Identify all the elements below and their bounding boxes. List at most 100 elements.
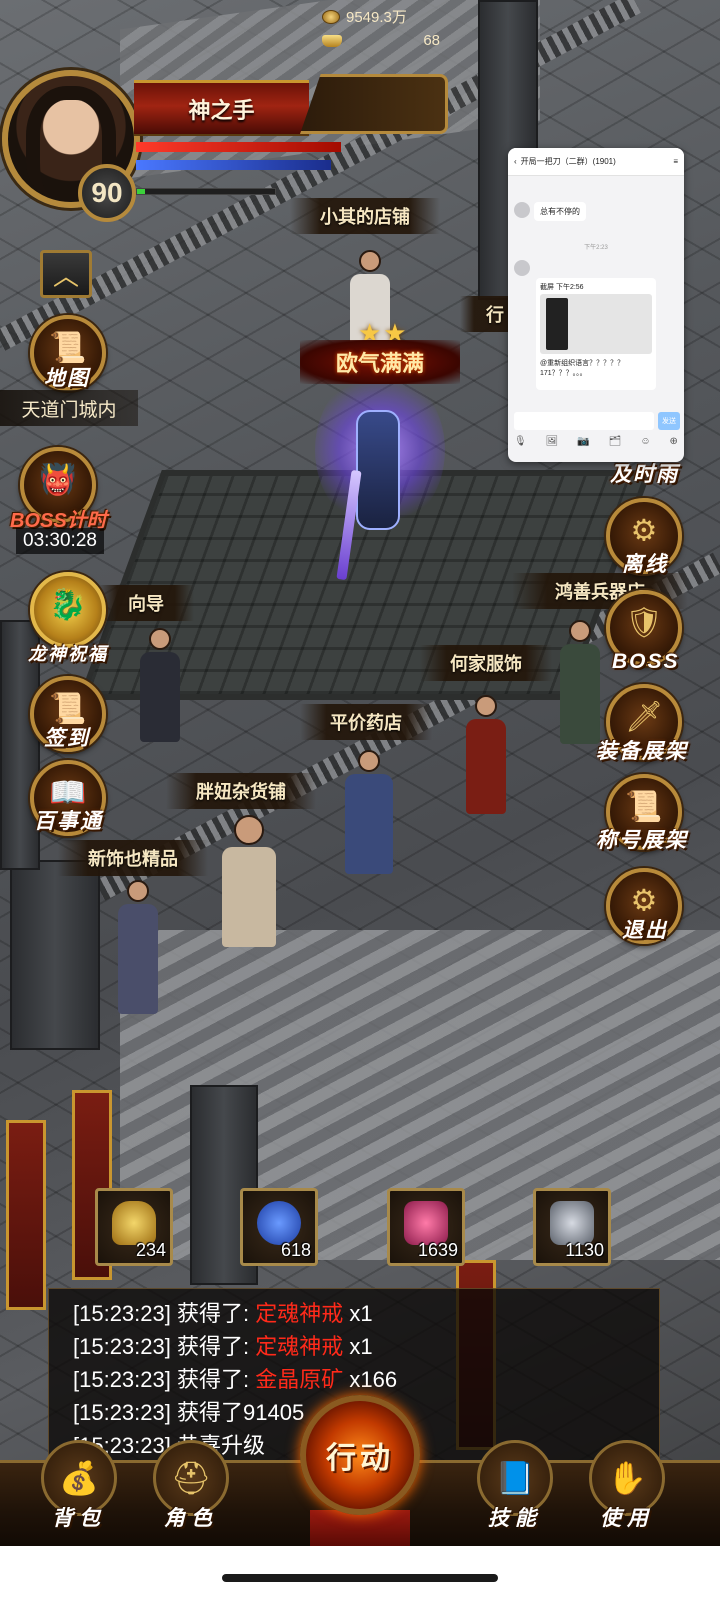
boss-helmet-icon: 🛡: [624, 606, 664, 640]
gear-icon: ⚙: [630, 884, 658, 918]
red-carpet: [310, 1510, 410, 1546]
exit-caption: 退出: [622, 919, 668, 942]
encyclopedia-caption: 百事通: [34, 810, 103, 833]
item-slot-ore[interactable]: 1130: [533, 1188, 611, 1266]
shop-label-pangniu[interactable]: 胖妞杂货铺: [166, 773, 316, 809]
currency-panel: [300, 74, 448, 134]
log-line: [15:23:23] 获得了: 定魂神戒 x1: [73, 1301, 373, 1326]
title-rack-caption: 称号展架: [596, 829, 688, 852]
dragon-icon: 🐉: [49, 588, 87, 622]
character-label: 角色: [164, 1507, 218, 1530]
npc-weapon-merchant[interactable]: [560, 620, 600, 744]
ore-icon: [550, 1201, 594, 1245]
item-slot-scroll[interactable]: 1639: [387, 1188, 465, 1266]
floating-chat-window[interactable]: ‹ 开局一把刀（二群）(1901) ≡ 总有不停的 下午2:23 截屏 下午2:…: [508, 148, 684, 462]
shop-label-guide[interactable]: 向导: [98, 585, 194, 621]
chat-toolbar: 🎙 🖼 📷 🗂 ☺ ⊕: [514, 436, 678, 447]
shop-label-hejia[interactable]: 何家服饰: [420, 645, 552, 681]
checkin-caption: 签到: [44, 727, 90, 750]
npc-guide[interactable]: [140, 628, 180, 742]
title-scroll-icon: 📜: [625, 790, 663, 824]
xp-bar: [136, 188, 276, 195]
camera-icon[interactable]: 📷: [577, 436, 589, 447]
chat-timestamp: 下午2:23: [584, 245, 608, 251]
scroll-item-icon: [404, 1201, 448, 1245]
mic-icon[interactable]: 🎙: [514, 436, 527, 447]
bag-label: 背包: [52, 1507, 106, 1530]
red-banner: [6, 1120, 46, 1310]
plus-icon[interactable]: ⊕: [670, 436, 678, 447]
action-button[interactable]: 行动: [300, 1395, 420, 1515]
item-slot-blue-potion[interactable]: 618: [240, 1188, 318, 1266]
chat-input[interactable]: [514, 412, 654, 430]
sword-icon: 🗡: [624, 700, 664, 734]
system-navigation-bar: [0, 1546, 720, 1600]
npc-pharmacist[interactable]: [345, 750, 393, 874]
use-label: 使用: [600, 1507, 654, 1530]
item-count: 234: [135, 1240, 166, 1260]
level-badge: 90: [78, 164, 136, 222]
player-character[interactable]: [356, 410, 400, 530]
skills-button[interactable]: 📘 技能: [470, 1440, 560, 1550]
collapse-menu-button[interactable]: ︿: [40, 250, 92, 298]
shop-label-xinshi[interactable]: 新饰也精品: [58, 840, 208, 876]
log-line: [15:23:23] 获得了: 金晶原矿 x166: [73, 1367, 398, 1392]
chat-message: 总有不停的: [514, 202, 586, 221]
item-slot-potion[interactable]: 234: [95, 1188, 173, 1266]
boss-caption: BOSS: [612, 650, 680, 673]
emoji-icon[interactable]: ☺: [640, 436, 650, 447]
scroll-icon: 📜: [49, 692, 87, 726]
stone-pillar: [10, 860, 100, 1050]
menu-icon[interactable]: ≡: [673, 157, 678, 166]
character-button[interactable]: ⛑ 角色: [146, 1440, 236, 1550]
item-count: 618: [280, 1240, 311, 1260]
home-indicator[interactable]: [222, 1574, 498, 1582]
shop-label-xiaoqi[interactable]: 小其的店铺: [290, 198, 440, 234]
log-line: [15:23:23] 获得了: 定魂神戒 x1: [73, 1334, 373, 1359]
timely-rain-caption[interactable]: 及时雨: [610, 458, 679, 488]
ingot-amount: 68: [423, 32, 440, 49]
offline-icon: ⚙: [630, 514, 658, 548]
map-caption: 地图: [44, 367, 90, 390]
player-name: 神之手: [134, 80, 309, 136]
chat-bubble: 总有不停的: [534, 202, 586, 221]
offline-caption: 离线: [622, 553, 668, 576]
card-caption: 截屏 下午2:56: [540, 284, 584, 291]
chat-header: ‹ 开局一把刀（二群）(1901) ≡: [508, 148, 684, 176]
dragon-blessing-button[interactable]: 🐉: [30, 572, 106, 648]
use-button[interactable]: ✋ 使用: [582, 1440, 672, 1550]
gold-ingot-icon: [322, 34, 342, 47]
back-arrow-icon[interactable]: ‹: [514, 157, 517, 166]
file-icon[interactable]: 🗂: [609, 436, 622, 447]
current-location: 天道门城内: [0, 390, 138, 426]
npc-grocer[interactable]: [222, 815, 276, 947]
send-button[interactable]: 发送: [658, 412, 680, 430]
card-screenshot[interactable]: [540, 294, 652, 354]
chevron-up-icon: ︿: [52, 260, 79, 291]
bag-button[interactable]: 💰 背包: [34, 1440, 124, 1550]
chat-avatar: [514, 202, 530, 218]
gold-coin-icon: [322, 9, 340, 24]
item-count: 1130: [565, 1240, 604, 1260]
map-icon: 📜: [49, 331, 87, 365]
equipment-rack-caption: 装备展架: [596, 740, 688, 763]
mp-bar: [136, 160, 331, 170]
chat-image-card[interactable]: 截屏 下午2:56 @重新组织语言？？？？？171？？？。。。: [536, 278, 656, 390]
demon-face-icon: 👹: [39, 463, 77, 497]
npc-jewelry-merchant[interactable]: [118, 880, 158, 1014]
chat-title: 开局一把刀（二群）(1901): [520, 157, 616, 166]
chat-message: [514, 260, 530, 276]
gold-amount: 9549.3万: [346, 9, 407, 26]
dragon-blessing-caption: 龙神祝福: [28, 644, 108, 664]
shop-label-pingjia[interactable]: 平价药店: [300, 704, 432, 740]
hp-bar: [136, 142, 341, 152]
npc-clothing-merchant[interactable]: [466, 695, 506, 814]
blue-potion-icon: [257, 1201, 301, 1245]
gold-row: 9549.3万: [322, 6, 407, 27]
boss-timer-countdown: 03:30:28: [16, 528, 104, 554]
card-text: @重新组织语言？？？？？171？？？。。。: [540, 360, 625, 377]
image-icon[interactable]: 🖼: [546, 436, 559, 447]
item-count: 1639: [417, 1240, 458, 1260]
skills-label: 技能: [488, 1507, 542, 1530]
chat-avatar: [514, 260, 530, 276]
